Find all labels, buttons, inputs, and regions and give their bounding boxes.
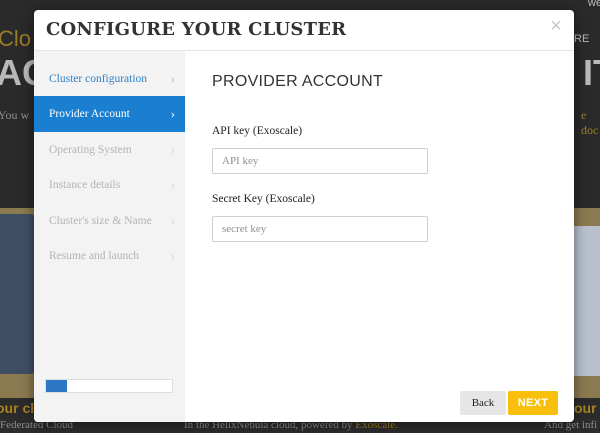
background-heading-fragment: IT	[583, 52, 600, 93]
step-cluster-configuration[interactable]: Cluster configuration ›	[34, 61, 185, 97]
step-instance-details[interactable]: Instance details ›	[34, 167, 185, 203]
modal-header: CONFIGURE YOUR CLUSTER ×	[34, 10, 574, 51]
background-card-image	[0, 214, 36, 374]
background-fragment: Clo	[0, 26, 32, 51]
modal-title: CONFIGURE YOUR CLUSTER	[46, 19, 347, 40]
step-label: Resume and launch	[49, 250, 140, 262]
close-icon[interactable]: ×	[548, 16, 564, 36]
next-button[interactable]: NEXT	[508, 391, 558, 415]
chevron-right-icon: ›	[170, 177, 175, 192]
api-key-input[interactable]	[212, 148, 428, 174]
background-card-title: our cl	[0, 400, 35, 416]
step-operating-system[interactable]: Operating System ›	[34, 132, 185, 168]
chevron-right-icon: ›	[170, 213, 175, 228]
background-card-image	[574, 226, 600, 376]
api-key-label: API key (Exoscale)	[212, 125, 303, 137]
provider-account-panel: PROVIDER ACCOUNT API key (Exoscale) Secr…	[185, 51, 574, 422]
chevron-right-icon: ›	[170, 142, 175, 157]
step-label: Provider Account	[49, 108, 130, 120]
secret-key-label: Secret Key (Exoscale)	[212, 193, 315, 205]
secret-key-input[interactable]	[212, 216, 428, 242]
step-cluster-size-name[interactable]: Cluster's size & Name ›	[34, 203, 185, 239]
wizard-progress-fill	[46, 380, 67, 392]
background-fragment: we	[588, 0, 600, 9]
background-fragment: RE	[574, 33, 590, 45]
chevron-right-icon: ›	[170, 71, 175, 86]
section-title: PROVIDER ACCOUNT	[212, 73, 384, 90]
chevron-right-icon: ›	[170, 248, 175, 263]
step-label: Cluster configuration	[49, 73, 148, 85]
chevron-right-icon: ›	[170, 106, 175, 121]
background-fragment: You w	[0, 108, 30, 122]
wizard-steps-sidebar: Cluster configuration › Provider Account…	[34, 51, 185, 422]
step-label: Cluster's size & Name	[49, 215, 152, 227]
step-label: Instance details	[49, 179, 121, 191]
step-label: Operating System	[49, 144, 132, 156]
configure-cluster-modal: CONFIGURE YOUR CLUSTER × Cluster configu…	[34, 10, 574, 422]
back-button[interactable]: Back	[460, 391, 506, 415]
wizard-progress-bar	[45, 379, 173, 393]
step-provider-account[interactable]: Provider Account ›	[34, 96, 185, 132]
background-fragment: e doc	[581, 108, 599, 137]
step-resume-and-launch[interactable]: Resume and launch ›	[34, 238, 185, 274]
background-card-title: our	[574, 400, 597, 416]
